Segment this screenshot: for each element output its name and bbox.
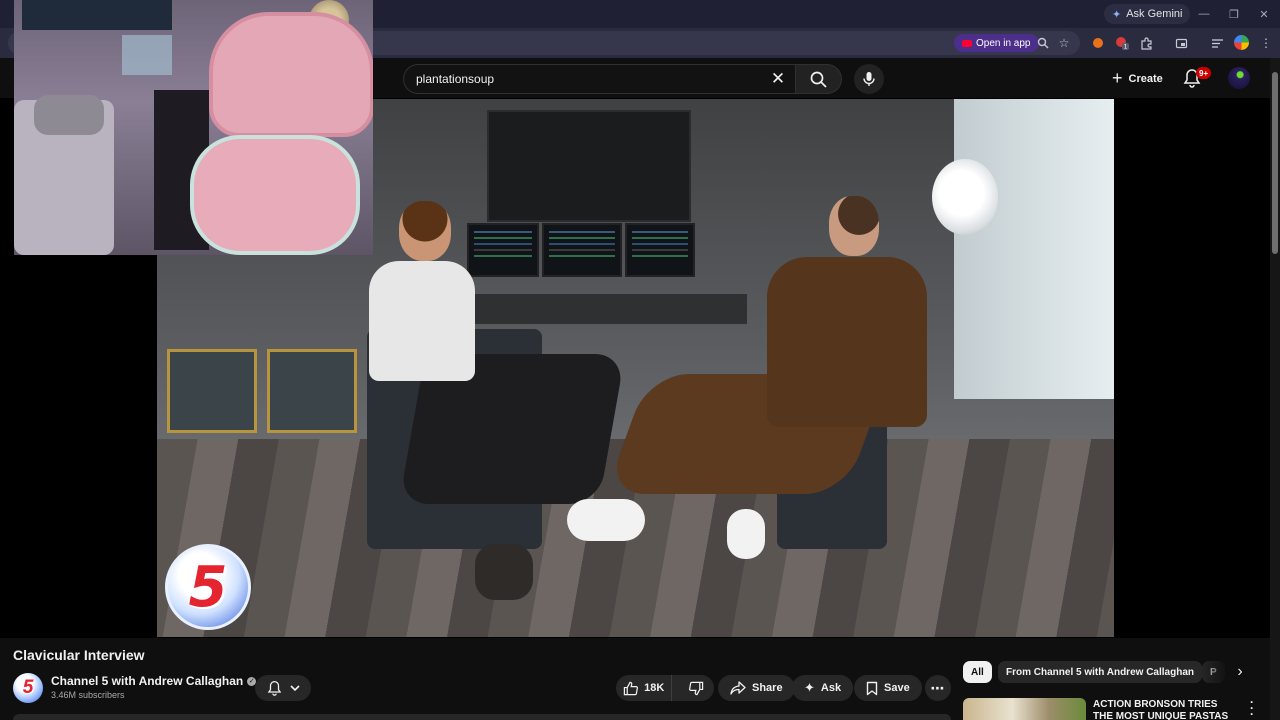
- interviewee-shirt: [369, 261, 475, 381]
- interviewee-head: [399, 201, 451, 261]
- share-arrow-icon: [730, 681, 746, 695]
- gemini-sparkle-icon: ✦: [1112, 8, 1122, 21]
- extension-orange-icon[interactable]: [1088, 33, 1108, 53]
- video-monitor: [467, 223, 539, 277]
- video-monitor: [625, 223, 695, 277]
- interviewer-head: [829, 196, 879, 256]
- share-button[interactable]: Share: [718, 675, 795, 701]
- extensions-puzzle-icon[interactable]: [1136, 33, 1156, 53]
- chip-all[interactable]: All: [963, 661, 992, 683]
- share-label: Share: [752, 682, 783, 694]
- recommendation-thumbnail[interactable]: [963, 698, 1086, 720]
- zoom-icon[interactable]: [1033, 33, 1053, 53]
- video-stool: [267, 349, 357, 433]
- voice-search-button[interactable]: [854, 64, 884, 94]
- more-actions-icon[interactable]: ⋯: [925, 675, 951, 701]
- chevron-down-icon: [289, 684, 300, 691]
- recommendation-more-icon[interactable]: · · ·: [1246, 696, 1258, 720]
- webcam-shelf: [122, 35, 172, 75]
- reading-list-icon[interactable]: [1207, 33, 1227, 53]
- webcam-gaming-chair-seat: [190, 135, 360, 255]
- interviewer-shoe: [567, 499, 645, 541]
- ask-gemini-label: Ask Gemini: [1126, 8, 1183, 20]
- clear-search-icon[interactable]: ✕: [767, 68, 789, 90]
- subscription-bell-button[interactable]: [255, 675, 311, 701]
- subscriber-count: 3.46M subscribers: [51, 690, 125, 700]
- create-label: Create: [1128, 73, 1163, 85]
- channel-avatar[interactable]: 5: [13, 673, 43, 703]
- like-dislike-group: 18K: [616, 675, 714, 701]
- search-input[interactable]: plantationsoup ✕: [403, 64, 796, 94]
- ask-label: Ask: [820, 682, 842, 694]
- like-count: 18K: [644, 682, 665, 694]
- video-studio-light: [932, 159, 998, 235]
- video-monitor: [542, 223, 622, 277]
- search-icon: [810, 71, 827, 88]
- video-stool: [167, 349, 257, 433]
- webcam-overlay: [14, 0, 373, 255]
- sparkle-icon: ✦: [804, 680, 815, 695]
- browser-profile-avatar[interactable]: [1234, 35, 1249, 50]
- channel-name[interactable]: Channel 5 with Andrew Callaghan ✓: [51, 674, 257, 688]
- restore-icon[interactable]: ❐: [1224, 5, 1244, 23]
- save-button[interactable]: Save: [854, 675, 922, 701]
- recommendation-title[interactable]: ACTION BRONSON TRIES THE MOST UNIQUE PAS…: [1093, 699, 1233, 720]
- webcam-pillow: [34, 95, 104, 135]
- mic-icon: [863, 72, 875, 86]
- interviewer-shoe: [727, 509, 765, 559]
- account-avatar[interactable]: [1228, 67, 1250, 89]
- youtube-mini-icon: [962, 39, 972, 47]
- plus-icon: +: [1112, 67, 1123, 88]
- video-desk: [467, 294, 747, 324]
- open-in-app-label: Open in app: [976, 37, 1031, 49]
- interviewee-shoe: [475, 544, 533, 600]
- thumbs-down-icon: [688, 681, 703, 695]
- notification-count-badge: 9+: [1196, 67, 1212, 79]
- create-button[interactable]: + Create: [1102, 65, 1173, 93]
- cast-icon[interactable]: [1171, 33, 1191, 53]
- channel-avatar-glyph: 5: [22, 677, 34, 698]
- chips-fade: [1200, 660, 1230, 684]
- channel-name-text[interactable]: Channel 5 with Andrew Callaghan: [51, 674, 243, 688]
- webcam-poster: [22, 0, 172, 30]
- video-tv-screen: [487, 110, 691, 222]
- channel-5-logo-glyph: 5: [188, 554, 228, 620]
- like-button[interactable]: 18K: [616, 675, 673, 701]
- bell-icon: [267, 680, 281, 696]
- video-wall: [954, 99, 1114, 399]
- extension-red-icon[interactable]: 1: [1112, 33, 1132, 53]
- ask-button[interactable]: ✦ Ask: [792, 675, 854, 701]
- ask-gemini-button[interactable]: ✦ Ask Gemini: [1104, 4, 1191, 24]
- interviewer-suit: [767, 257, 927, 427]
- webcam-gaming-chair-back: [209, 12, 373, 137]
- description-box[interactable]: [13, 714, 951, 720]
- chip-from-channel[interactable]: From Channel 5 with Andrew Callaghan: [998, 661, 1202, 683]
- bookmark-icon: [866, 681, 878, 695]
- channel-5-watermark-logo: 5: [165, 544, 251, 630]
- video-title: Clavicular Interview: [13, 647, 145, 663]
- search-query-text[interactable]: plantationsoup: [416, 72, 494, 86]
- browser-menu-icon[interactable]: ⋮: [1256, 33, 1276, 53]
- bookmark-star-icon[interactable]: ☆: [1054, 33, 1074, 53]
- dislike-button[interactable]: [678, 675, 714, 701]
- page-scrollbar-thumb[interactable]: [1272, 72, 1278, 254]
- search-button[interactable]: [796, 64, 842, 94]
- save-label: Save: [884, 682, 910, 694]
- minimize-icon[interactable]: —: [1194, 5, 1214, 23]
- close-window-icon[interactable]: ✕: [1254, 5, 1274, 23]
- svg-text:1: 1: [1124, 44, 1128, 51]
- thumbs-up-icon: [623, 681, 639, 695]
- chevron-right-icon[interactable]: ›: [1230, 662, 1250, 682]
- open-in-app-button[interactable]: Open in app: [954, 34, 1039, 52]
